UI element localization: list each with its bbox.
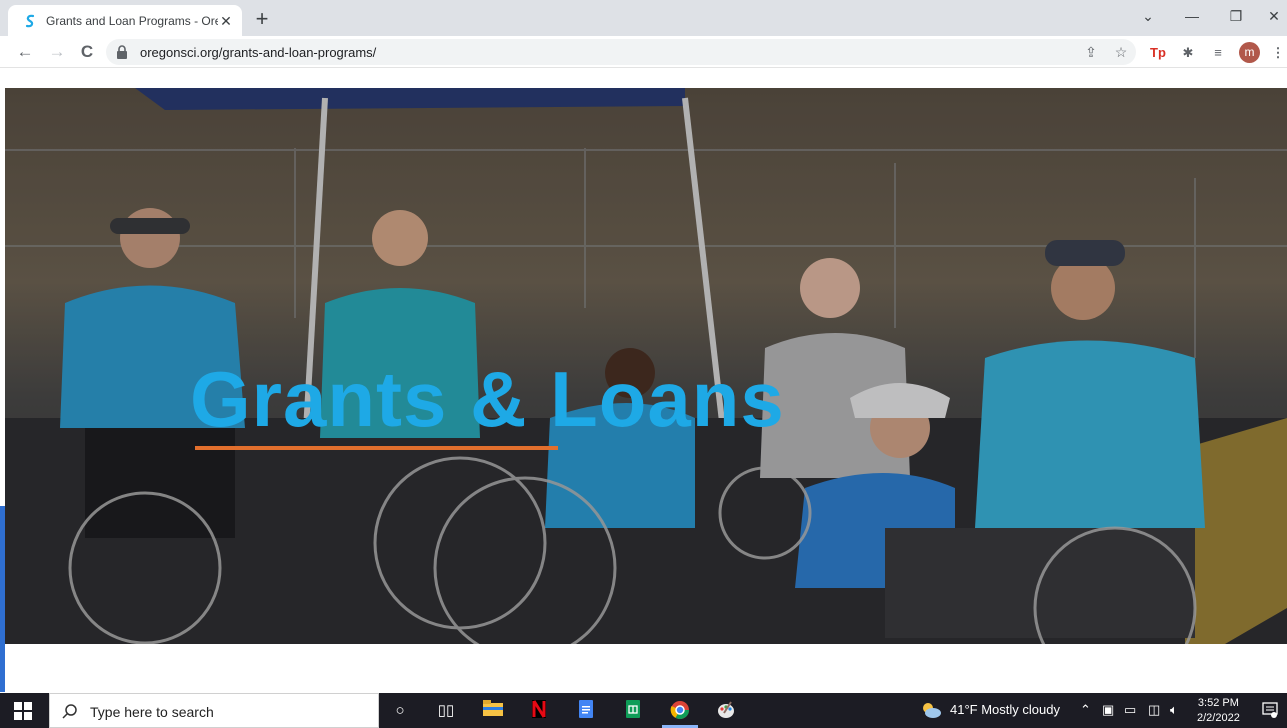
profile-avatar[interactable]: m [1239, 42, 1260, 63]
address-bar[interactable]: oregonsci.org/grants-and-loan-programs/ … [106, 39, 1136, 65]
clock-time: 3:52 PM [1197, 697, 1239, 709]
site-favicon-icon [22, 13, 38, 29]
meet-now-icon[interactable]: ▣ [1102, 702, 1114, 718]
netflix-icon[interactable] [528, 700, 550, 722]
google-sheets-icon[interactable] [622, 700, 644, 722]
paint-icon[interactable] [715, 700, 737, 722]
windows-start-icon[interactable] [14, 702, 32, 720]
lock-icon[interactable] [116, 45, 128, 59]
tab-search-chevron-icon[interactable]: ⌄ [1138, 6, 1158, 26]
title-underline [195, 446, 558, 450]
volume-icon[interactable]: 🔈︎ [1170, 702, 1178, 718]
extension-tp-icon[interactable]: Tp [1148, 43, 1168, 63]
tab-strip: Grants and Loan Programs - Ore ✕ + ⌄ — ❐… [0, 0, 1287, 36]
minimize-button[interactable]: — [1182, 6, 1202, 26]
chrome-icon[interactable] [669, 700, 691, 722]
search-placeholder: Type here to search [90, 704, 214, 720]
clock-date: 2/2/2022 [1197, 712, 1240, 724]
windows-taskbar: Type here to search ○ ▯▯ 41°F Mostly clo… [0, 693, 1287, 728]
weather-cloud-icon[interactable] [920, 701, 942, 722]
restore-button[interactable]: ❐ [1226, 6, 1246, 26]
hero-banner: Grants & Loans [5, 88, 1287, 644]
task-view-icon[interactable]: ▯▯ [435, 700, 457, 722]
notification-center-icon[interactable] [1262, 702, 1278, 718]
reading-list-icon[interactable]: ≡ [1208, 43, 1228, 63]
battery-icon[interactable]: ▭ [1124, 702, 1136, 718]
show-hidden-icons-chevron-icon[interactable]: ⌃ [1080, 702, 1091, 718]
browser-toolbar: ← → C oregonsci.org/grants-and-loan-prog… [0, 36, 1287, 68]
menu-kebab-icon[interactable]: ⋮ [1268, 43, 1287, 63]
page-left-accent [0, 506, 5, 692]
back-button[interactable]: ← [14, 41, 36, 63]
url-text[interactable]: oregonsci.org/grants-and-loan-programs/ [140, 45, 376, 60]
taskbar-clock[interactable]: 3:52 PM 2/2/2022 [1197, 696, 1240, 726]
forward-button[interactable]: → [46, 41, 68, 63]
reload-button[interactable]: C [76, 41, 98, 63]
taskbar-search-box[interactable]: Type here to search [49, 693, 379, 728]
weather-text[interactable]: 41°F Mostly cloudy [950, 702, 1060, 717]
bookmark-star-icon[interactable]: ☆ [1112, 43, 1130, 61]
tab-close-icon[interactable]: ✕ [218, 13, 234, 29]
network-icon[interactable]: ◫ [1148, 702, 1160, 718]
hero-title: Grants & Loans [190, 355, 785, 443]
tab-title: Grants and Loan Programs - Ore [46, 13, 218, 28]
search-icon [62, 703, 78, 719]
google-docs-icon[interactable] [575, 700, 597, 722]
file-explorer-icon[interactable] [482, 700, 504, 722]
browser-tab[interactable]: Grants and Loan Programs - Ore ✕ [8, 5, 242, 36]
cortana-icon[interactable]: ○ [389, 700, 411, 722]
close-window-button[interactable]: ✕ [1264, 6, 1284, 26]
extensions-puzzle-icon[interactable]: ✱ [1178, 43, 1198, 63]
share-icon[interactable]: ⇪ [1082, 43, 1100, 61]
new-tab-button[interactable]: + [250, 8, 274, 32]
